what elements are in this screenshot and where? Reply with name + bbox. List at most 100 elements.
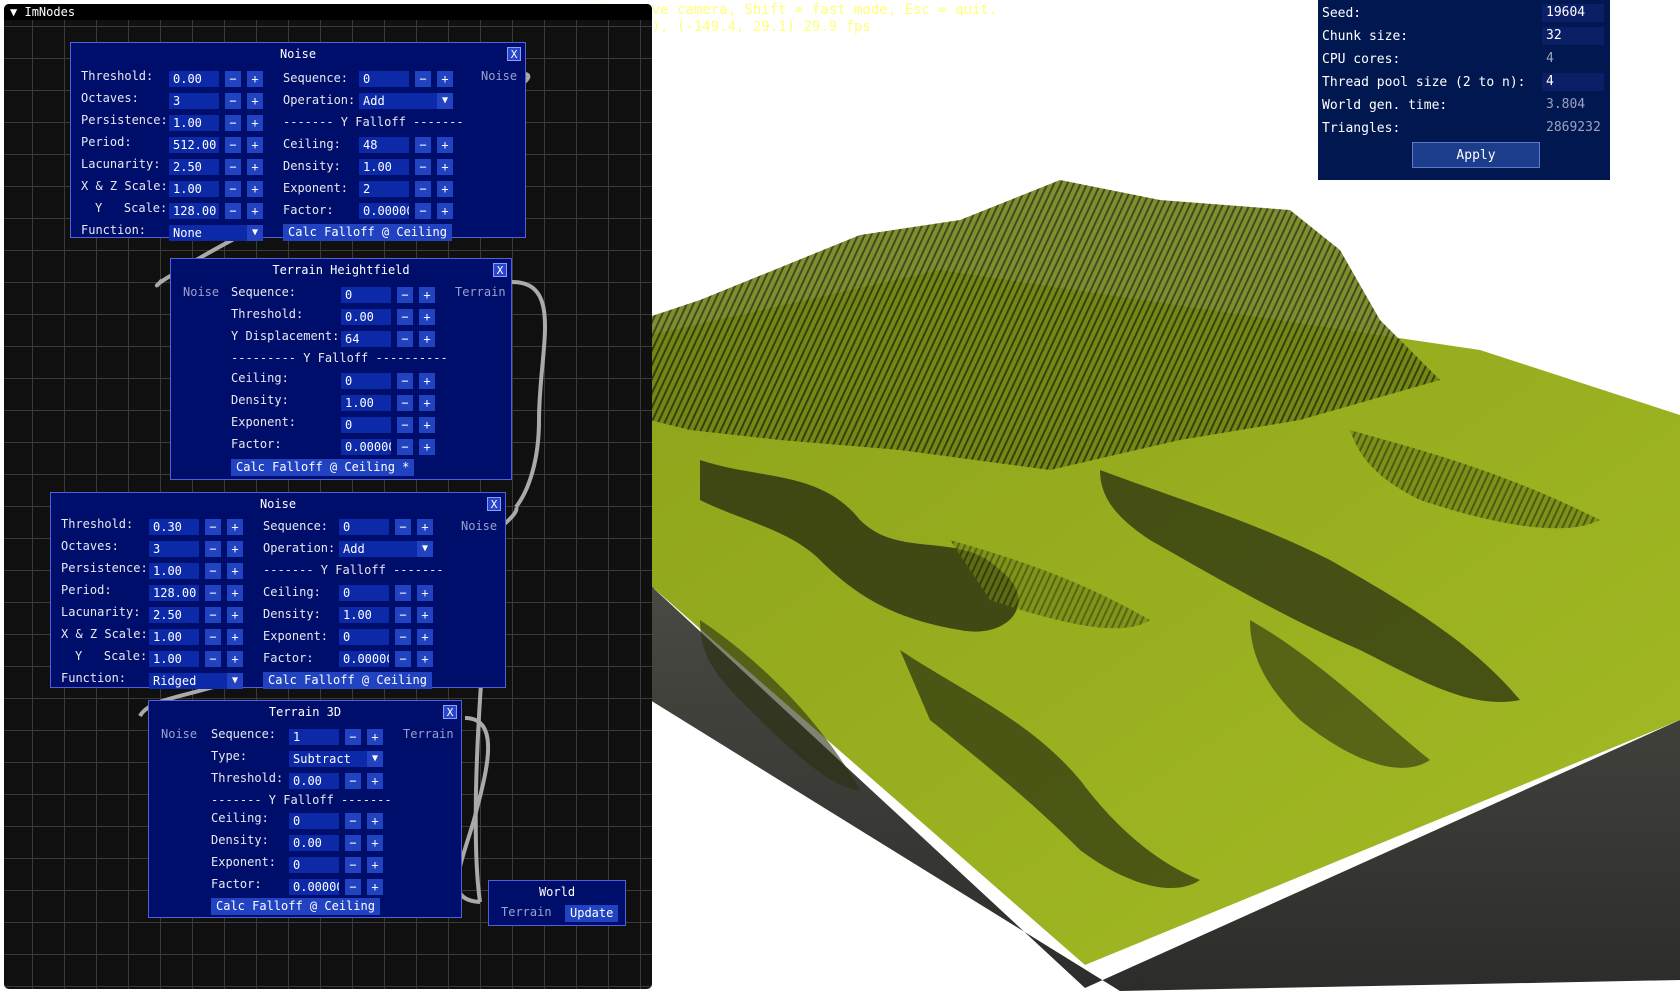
- octaves-plus-button[interactable]: +: [227, 541, 243, 557]
- octaves-plus-button[interactable]: +: [247, 93, 263, 109]
- persistence-field[interactable]: 1.00: [169, 115, 219, 131]
- lacunarity-field[interactable]: 2.50: [149, 607, 199, 623]
- threshold-field[interactable]: 0.30: [149, 519, 199, 535]
- xz-scale-minus-button[interactable]: −: [205, 629, 221, 645]
- y-scale-minus-button[interactable]: −: [225, 203, 241, 219]
- factor-plus-button[interactable]: +: [419, 439, 435, 455]
- ceiling-field[interactable]: 0: [289, 813, 339, 829]
- sequence-minus-button[interactable]: −: [345, 729, 361, 745]
- octaves-minus-button[interactable]: −: [205, 541, 221, 557]
- exponent-minus-button[interactable]: −: [415, 181, 431, 197]
- octaves-field[interactable]: 3: [149, 541, 199, 557]
- function-dropdown[interactable]: None ▼: [169, 225, 263, 241]
- y-scale-field[interactable]: 1.00: [149, 651, 199, 667]
- ceiling-minus-button[interactable]: −: [415, 137, 431, 153]
- period-plus-button[interactable]: +: [247, 137, 263, 153]
- y-scale-plus-button[interactable]: +: [227, 651, 243, 667]
- factor-minus-button[interactable]: −: [415, 203, 431, 219]
- y-scale-minus-button[interactable]: −: [205, 651, 221, 667]
- ceiling-plus-button[interactable]: +: [417, 585, 433, 601]
- threshold-minus-button[interactable]: −: [205, 519, 221, 535]
- chevron-down-icon[interactable]: ▼: [417, 541, 433, 557]
- period-minus-button[interactable]: −: [205, 585, 221, 601]
- update-button[interactable]: Update: [565, 905, 619, 922]
- exponent-plus-button[interactable]: +: [367, 857, 383, 873]
- factor-minus-button[interactable]: −: [345, 879, 361, 895]
- density-field[interactable]: 1.00: [341, 395, 391, 411]
- imnodes-window[interactable]: ▼ ImNodes Noise X Noise Threshold: 0.00 …: [4, 4, 652, 989]
- ceiling-field[interactable]: 0: [339, 585, 389, 601]
- xz-scale-plus-button[interactable]: +: [247, 181, 263, 197]
- density-minus-button[interactable]: −: [397, 395, 413, 411]
- calc-falloff-button[interactable]: Calc Falloff @ Ceiling: [283, 224, 452, 241]
- factor-minus-button[interactable]: −: [395, 651, 411, 667]
- chevron-down-icon[interactable]: ▼: [227, 673, 243, 689]
- output-pin-terrain[interactable]: Terrain: [455, 285, 506, 299]
- terrain-3d-node[interactable]: Terrain 3D X Noise Terrain Sequence: 1 −…: [148, 700, 462, 918]
- sequence-plus-button[interactable]: +: [367, 729, 383, 745]
- lacunarity-field[interactable]: 2.50: [169, 159, 219, 175]
- exponent-minus-button[interactable]: −: [397, 417, 413, 433]
- ceiling-plus-button[interactable]: +: [437, 137, 453, 153]
- close-icon[interactable]: X: [493, 263, 507, 277]
- exponent-field[interactable]: 0: [341, 417, 391, 433]
- chunk-size-input[interactable]: 32: [1542, 27, 1604, 45]
- terrain-heightfield-node[interactable]: Terrain Heightfield X Noise Terrain Sequ…: [170, 258, 512, 480]
- sequence-minus-button[interactable]: −: [395, 519, 411, 535]
- threshold-plus-button[interactable]: +: [227, 519, 243, 535]
- function-dropdown[interactable]: Ridged ▼: [149, 673, 243, 689]
- input-pin-terrain[interactable]: Terrain: [501, 905, 552, 919]
- output-pin-terrain[interactable]: Terrain: [403, 727, 454, 741]
- density-plus-button[interactable]: +: [417, 607, 433, 623]
- persistence-minus-button[interactable]: −: [205, 563, 221, 579]
- sequence-field[interactable]: 1: [289, 729, 339, 745]
- sequence-field[interactable]: 0: [339, 519, 389, 535]
- calc-falloff-button[interactable]: Calc Falloff @ Ceiling *: [231, 459, 415, 476]
- threshold-minus-button[interactable]: −: [225, 71, 241, 87]
- persistence-minus-button[interactable]: −: [225, 115, 241, 131]
- threshold-plus-button[interactable]: +: [367, 773, 383, 789]
- noise-node-2[interactable]: Noise X Noise Threshold: 0.30 − + Octave…: [50, 492, 506, 689]
- input-pin-noise[interactable]: Noise: [183, 285, 219, 299]
- ceiling-plus-button[interactable]: +: [419, 373, 435, 389]
- settings-panel[interactable]: Seed: 19604 Chunk size: 32 CPU cores: 4 …: [1318, 0, 1610, 180]
- factor-field[interactable]: 0.00000: [341, 439, 391, 455]
- sequence-plus-button[interactable]: +: [437, 71, 453, 87]
- density-field[interactable]: 1.00: [359, 159, 409, 175]
- exponent-plus-button[interactable]: +: [419, 417, 435, 433]
- sequence-plus-button[interactable]: +: [417, 519, 433, 535]
- density-minus-button[interactable]: −: [345, 835, 361, 851]
- xz-scale-plus-button[interactable]: +: [227, 629, 243, 645]
- exponent-field[interactable]: 0: [289, 857, 339, 873]
- chevron-down-icon[interactable]: ▼: [247, 225, 263, 241]
- sequence-field[interactable]: 0: [341, 287, 391, 303]
- persistence-plus-button[interactable]: +: [227, 563, 243, 579]
- factor-field[interactable]: 0.00000: [339, 651, 389, 667]
- exponent-plus-button[interactable]: +: [437, 181, 453, 197]
- factor-plus-button[interactable]: +: [367, 879, 383, 895]
- octaves-minus-button[interactable]: −: [225, 93, 241, 109]
- output-pin-noise[interactable]: Noise: [461, 519, 497, 533]
- threshold-field[interactable]: 0.00: [169, 71, 219, 87]
- sequence-minus-button[interactable]: −: [415, 71, 431, 87]
- ceiling-minus-button[interactable]: −: [395, 585, 411, 601]
- threshold-plus-button[interactable]: +: [419, 309, 435, 325]
- ceiling-minus-button[interactable]: −: [397, 373, 413, 389]
- output-pin-noise[interactable]: Noise: [481, 69, 517, 83]
- sequence-plus-button[interactable]: +: [419, 287, 435, 303]
- y-displacement-field[interactable]: 64: [341, 331, 391, 347]
- input-pin-noise[interactable]: Noise: [161, 727, 197, 741]
- ceiling-plus-button[interactable]: +: [367, 813, 383, 829]
- persistence-plus-button[interactable]: +: [247, 115, 263, 131]
- period-field[interactable]: 512.00: [169, 137, 219, 153]
- octaves-field[interactable]: 3: [169, 93, 219, 109]
- thread-pool-input[interactable]: 4: [1542, 73, 1604, 91]
- y-displacement-minus-button[interactable]: −: [397, 331, 413, 347]
- triangle-down-icon[interactable]: ▼: [10, 5, 17, 19]
- exponent-minus-button[interactable]: −: [345, 857, 361, 873]
- lacunarity-plus-button[interactable]: +: [247, 159, 263, 175]
- density-field[interactable]: 1.00: [339, 607, 389, 623]
- seed-input[interactable]: 19604: [1542, 4, 1604, 22]
- close-icon[interactable]: X: [487, 497, 501, 511]
- xz-scale-field[interactable]: 1.00: [169, 181, 219, 197]
